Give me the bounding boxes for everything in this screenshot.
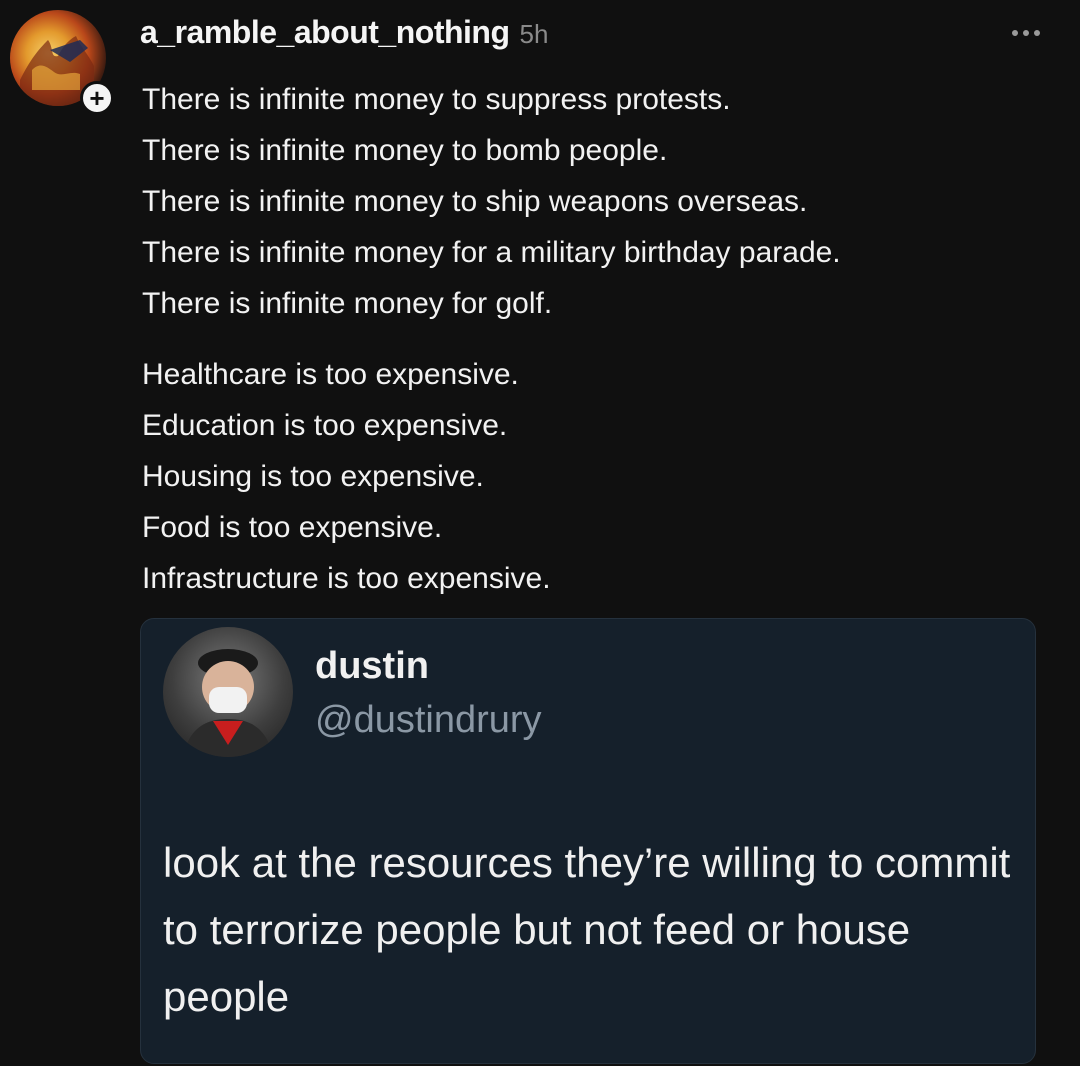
post-paragraph-1: There is infinite money to suppress prot… [142, 74, 1042, 329]
post-header: a_ramble_about_nothing 5h [140, 14, 548, 60]
more-dots-icon[interactable] [1012, 30, 1040, 36]
quoted-author-name[interactable]: dustin [315, 645, 429, 688]
author-username[interactable]: a_ramble_about_nothing [140, 14, 510, 51]
quoted-post-text: look at the resources they’re willing to… [163, 839, 1011, 1020]
person-avatar-icon [183, 649, 273, 757]
post-line: There is infinite money for a military b… [142, 236, 841, 269]
quoted-post-card[interactable]: dustin @dustindrury look at the resource… [140, 618, 1036, 1064]
post-line: Infrastructure is too expensive. [142, 562, 551, 595]
post-line: There is infinite money to suppress prot… [142, 83, 731, 116]
post-line: Food is too expensive. [142, 511, 443, 544]
post-timestamp[interactable]: 5h [520, 19, 549, 50]
post-line: There is infinite money to bomb people. [142, 134, 668, 167]
post-line: There is infinite money for golf. [142, 287, 553, 320]
quoted-author-avatar[interactable] [163, 627, 293, 757]
post-body: There is infinite money to suppress prot… [142, 74, 1042, 604]
quoted-author-handle[interactable]: @dustindrury [315, 699, 542, 742]
post-paragraph-2: Healthcare is too expensive. Education i… [142, 349, 1042, 604]
follow-button[interactable]: + [80, 81, 114, 115]
post-line: Education is too expensive. [142, 409, 508, 442]
post-line: Healthcare is too expensive. [142, 358, 519, 391]
post-line: Housing is too expensive. [142, 460, 484, 493]
plus-icon: + [89, 83, 105, 113]
post-line: There is infinite money to ship weapons … [142, 185, 808, 218]
author-avatar-wrap[interactable]: + [10, 10, 114, 115]
